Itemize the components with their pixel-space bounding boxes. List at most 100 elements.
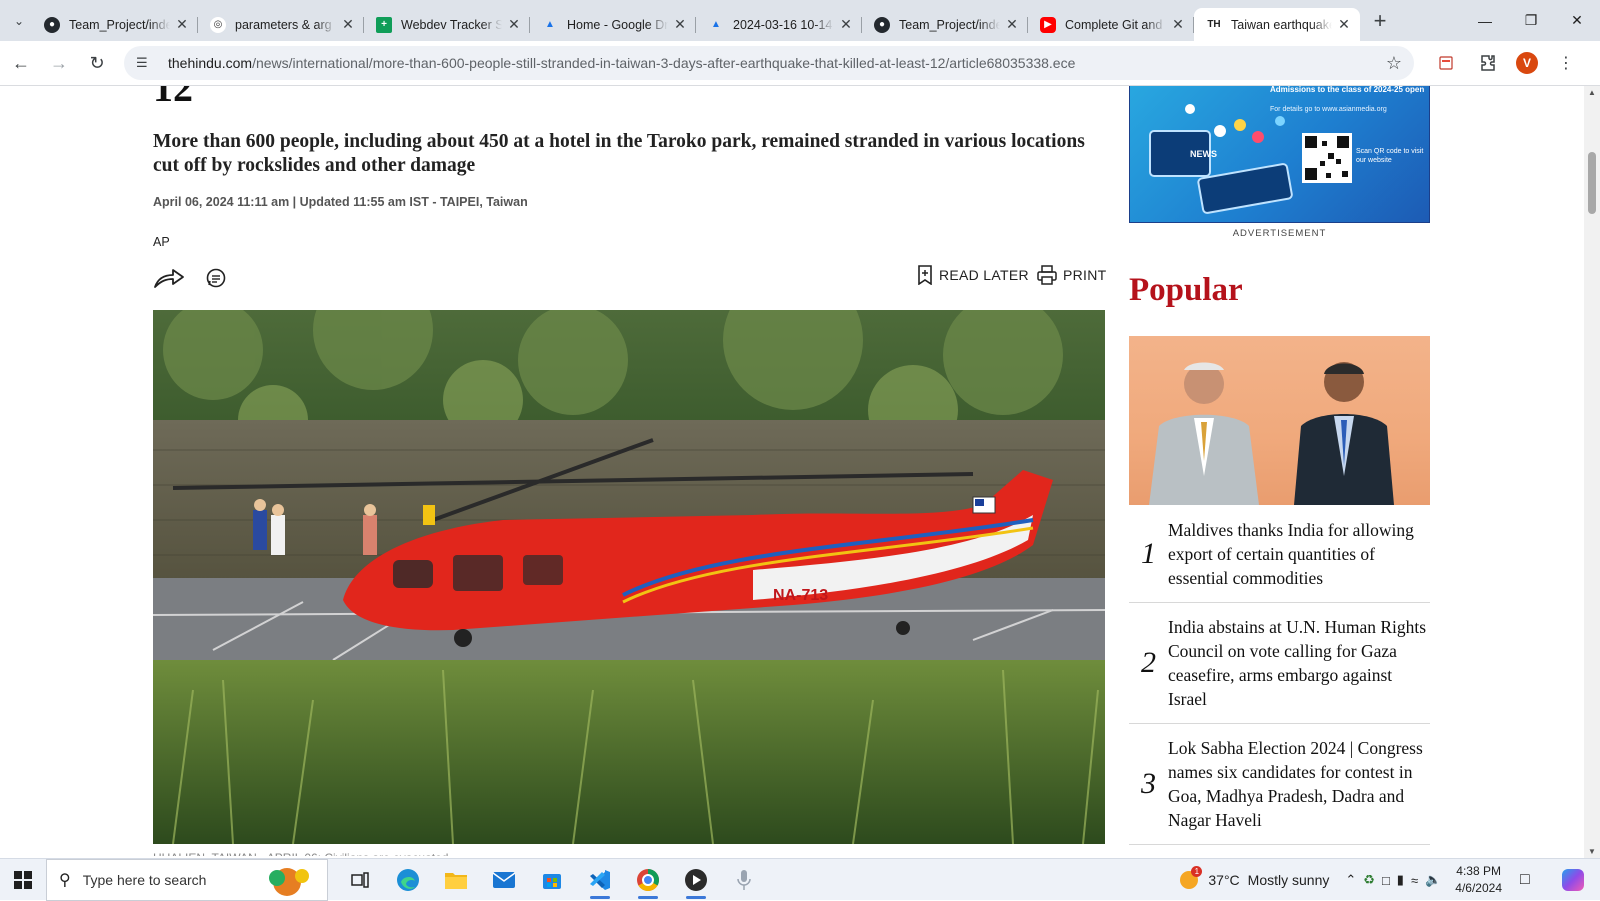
restore-button[interactable]: ❐ xyxy=(1508,0,1554,41)
print-label: PRINT xyxy=(1063,267,1107,283)
back-button[interactable]: ← xyxy=(4,46,38,80)
tab-close-icon[interactable]: ✕ xyxy=(1004,16,1020,33)
browser-tab[interactable]: TH Taiwan earthquake ✕ xyxy=(1194,8,1360,41)
new-tab-button[interactable]: + xyxy=(1366,7,1394,35)
tab-close-icon[interactable]: ✕ xyxy=(1170,16,1186,33)
thehindu-icon: TH xyxy=(1206,16,1222,33)
profile-avatar[interactable]: V xyxy=(1516,52,1538,74)
notification-icon[interactable]: □ xyxy=(1520,871,1550,889)
browser-tab[interactable]: ● Team_Project/inde ✕ xyxy=(862,8,1028,41)
mail-icon[interactable] xyxy=(480,859,528,901)
browser-tab[interactable]: ▲ Home - Google Dr ✕ xyxy=(530,8,696,41)
article-byline[interactable]: AP xyxy=(153,235,170,249)
tab-title: Team_Project/inde xyxy=(899,17,1000,32)
address-bar[interactable]: ☰ thehindu.com/news/international/more-t… xyxy=(124,46,1414,80)
store-icon[interactable] xyxy=(528,859,576,901)
tab-close-icon[interactable]: ✕ xyxy=(672,16,688,33)
popular-item[interactable]: 3 Lok Sabha Election 2024 | Congress name… xyxy=(1129,736,1430,845)
forward-button[interactable]: → xyxy=(42,46,76,80)
copilot-icon[interactable] xyxy=(1562,869,1584,891)
close-window-button[interactable]: ✕ xyxy=(1554,0,1600,41)
tab-title: parameters & arg xyxy=(235,17,332,32)
device-icon[interactable]: □ xyxy=(1382,873,1390,888)
battery-icon[interactable]: ▮ xyxy=(1397,872,1404,888)
advertisement-banner[interactable]: NEWS Admissions to the class of 2024-25 … xyxy=(1129,86,1430,223)
browser-toolbar: ← → ↻ ☰ thehindu.com/news/international/… xyxy=(0,41,1600,86)
taskbar-search[interactable]: ⚲ Type here to search xyxy=(46,858,328,901)
restore-icon: ❐ xyxy=(1524,12,1538,28)
site-info-icon[interactable]: ☰ xyxy=(136,55,158,71)
menu-dots-icon[interactable]: ⋮ xyxy=(1552,49,1580,77)
file-explorer-icon[interactable] xyxy=(432,859,480,901)
popular-item[interactable]: 2 India abstains at U.N. Human Rights Cou… xyxy=(1129,615,1430,724)
clock-time: 4:38 PM xyxy=(1456,864,1501,878)
reload-button[interactable]: ↻ xyxy=(80,46,114,80)
url-path: /news/international/more-than-600-people… xyxy=(252,55,1076,71)
taskbar-search-placeholder: Type here to search xyxy=(82,871,207,888)
tab-title: Home - Google Dr xyxy=(567,17,668,32)
share-icon[interactable] xyxy=(153,266,187,292)
tab-close-icon[interactable]: ✕ xyxy=(506,16,522,33)
chevron-down-icon: ⌄ xyxy=(13,13,25,28)
sync-icon[interactable]: ♻ xyxy=(1363,872,1375,888)
weather-sun-icon: 1 xyxy=(1180,866,1203,889)
weather-widget[interactable]: 1 37°C Mostly sunny xyxy=(1180,866,1329,889)
volume-icon[interactable]: 🔈 xyxy=(1425,872,1441,888)
start-button[interactable] xyxy=(0,859,46,901)
microphone-icon[interactable] xyxy=(720,859,768,901)
chrome-icon[interactable] xyxy=(624,859,672,901)
tab-title: Webdev Tracker Sh xyxy=(401,17,502,32)
browser-tab[interactable]: + Webdev Tracker Sh ✕ xyxy=(364,8,530,41)
edge-icon[interactable] xyxy=(384,859,432,901)
page-scrollbar[interactable]: ▲ ▼ xyxy=(1584,86,1600,858)
wifi-icon[interactable]: ≈ xyxy=(1411,873,1418,888)
pdf-extension-icon[interactable] xyxy=(1432,49,1460,77)
tab-title: Complete Git and xyxy=(1065,17,1163,32)
tab-close-icon[interactable]: ✕ xyxy=(1336,16,1352,33)
openai-icon: ◎ xyxy=(210,16,226,33)
read-later-button[interactable]: READ LATER xyxy=(917,265,1029,285)
tab-strip: ⌄ ● Team_Project/inde ✕ ◎ parameters & arg ✕ +… xyxy=(0,0,1600,41)
popular-link[interactable]: Maldives thanks India for allowing expor… xyxy=(1168,518,1430,590)
task-view-icon[interactable] xyxy=(336,859,384,901)
bookmark-star-icon[interactable]: ☆ xyxy=(1386,53,1402,74)
advertisement-label: ADVERTISEMENT xyxy=(1232,228,1327,239)
page-viewport: 12 More than 600 people, including about… xyxy=(0,86,1584,858)
browser-tab[interactable]: ▶ Complete Git and ✕ xyxy=(1028,8,1194,41)
popular-heading: Popular xyxy=(1129,272,1243,308)
browser-tab[interactable]: ◎ parameters & arg ✕ xyxy=(198,8,364,41)
minimize-button[interactable]: — xyxy=(1462,0,1508,41)
comment-icon[interactable] xyxy=(205,267,227,289)
reload-icon: ↻ xyxy=(89,52,105,73)
url-text[interactable]: thehindu.com/news/international/more-tha… xyxy=(168,55,1386,71)
browser-tab[interactable]: ▲ 2024-03-16 10-14 ✕ xyxy=(696,8,862,41)
tab-close-icon[interactable]: ✕ xyxy=(340,16,356,33)
ad-news-text: NEWS xyxy=(1190,149,1217,159)
article-headline: 12 xyxy=(153,86,193,110)
vscode-icon[interactable] xyxy=(576,859,624,901)
popular-link[interactable]: India abstains at U.N. Human Rights Coun… xyxy=(1168,615,1430,711)
print-button[interactable]: PRINT xyxy=(1037,265,1107,285)
github-icon: ● xyxy=(874,16,890,33)
scrollbar-thumb[interactable] xyxy=(1588,152,1596,214)
bookmark-add-icon xyxy=(918,265,932,285)
youtube-icon: ▶ xyxy=(1040,16,1056,33)
media-player-icon[interactable] xyxy=(672,859,720,901)
extensions-icon[interactable] xyxy=(1474,49,1502,77)
close-icon: ✕ xyxy=(1571,12,1583,28)
popular-lead-image[interactable] xyxy=(1129,336,1430,505)
drive-icon: ▲ xyxy=(711,19,721,30)
chevron-up-icon[interactable]: ⌃ xyxy=(1345,872,1356,888)
browser-tab[interactable]: ● Team_Project/inde ✕ xyxy=(32,8,198,41)
tab-close-icon[interactable]: ✕ xyxy=(174,16,190,33)
taskbar-clock[interactable]: 4:38 PM 4/6/2024 xyxy=(1455,863,1502,897)
tab-title: 2024-03-16 10-14 xyxy=(733,17,833,32)
popular-link[interactable]: Lok Sabha Election 2024 | Congress names… xyxy=(1168,736,1430,832)
scroll-up-icon[interactable]: ▲ xyxy=(1584,88,1600,97)
article-hero-image[interactable]: NA-713 xyxy=(153,310,1105,844)
popular-item[interactable]: 1 Maldives thanks India for allowing expo… xyxy=(1129,518,1430,603)
tab-close-icon[interactable]: ✕ xyxy=(838,16,854,33)
tab-search-button[interactable]: ⌄ xyxy=(6,8,32,34)
sheets-icon: + xyxy=(376,16,392,33)
scroll-down-icon[interactable]: ▼ xyxy=(1584,847,1600,856)
